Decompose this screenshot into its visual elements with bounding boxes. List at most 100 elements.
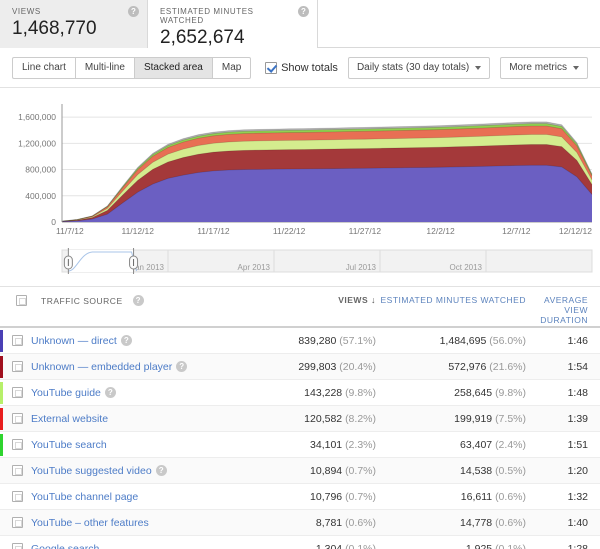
x-axis-tick-label: 11/22/12 <box>273 226 306 236</box>
help-icon-estimated-minutes-watched[interactable]: ? <box>298 6 309 17</box>
stacked-area-chart[interactable]: 0 400,000 800,000 1,200,000 1,600,000 11/7/12… <box>0 88 600 248</box>
y-axis-tick-label: 800,000 <box>25 165 56 175</box>
traffic-source-link[interactable]: Unknown — direct? <box>31 335 284 347</box>
row-checkbox[interactable] <box>12 439 23 450</box>
cell-estimated-minutes-watched: 14,538 (0.5%) <box>460 464 526 477</box>
row-checkbox[interactable] <box>12 543 23 549</box>
chart-range-slider[interactable]: Jan 2013 Apr 2013 Jul 2013 Oct 2013 <box>0 248 600 286</box>
metric-card-estimated-minutes-watched[interactable]: ESTIMATED MINUTES WATCHED 2,652,674 ? <box>148 0 318 48</box>
chart-type-map[interactable]: Map <box>211 56 252 79</box>
cell-views: 120,582 (8.2%) <box>304 412 376 425</box>
help-icon-row[interactable]: ? <box>120 335 132 347</box>
traffic-source-link[interactable]: Google search <box>31 543 284 549</box>
select-all-checkbox[interactable] <box>16 295 27 306</box>
more-metrics-dropdown[interactable]: More metrics <box>500 56 588 79</box>
cell-average-view-duration: 1:32 <box>567 490 588 503</box>
row-checkbox[interactable] <box>12 387 23 398</box>
x-axis-tick-label: 12/7/12 <box>502 226 531 236</box>
row-checkbox[interactable] <box>12 491 23 502</box>
range-tick-label: Jul 2013 <box>346 263 377 272</box>
table-row[interactable]: YouTube guide? 143,228 (9.8%) 258,645 (9.8… <box>0 380 600 406</box>
chart-type-line-chart[interactable]: Line chart <box>12 56 75 79</box>
table-row[interactable]: YouTube – other features 8,781 (0.6%) 14,7… <box>0 510 600 536</box>
show-totals-toggle[interactable]: Show totals <box>265 61 338 74</box>
cell-average-view-duration: 1:20 <box>567 464 588 477</box>
cell-views: 34,101 (2.3%) <box>310 438 376 451</box>
cell-average-view-duration: 1:48 <box>567 386 588 399</box>
traffic-source-table-header: TRAFFIC SOURCE ? VIEWS ↓ ESTIMATED MINUT… <box>0 286 600 328</box>
more-metrics-dropdown-label: More metrics <box>509 61 567 73</box>
row-checkbox[interactable] <box>12 361 23 372</box>
range-tick-label: Apr 2013 <box>238 263 271 272</box>
traffic-source-link[interactable]: YouTube suggested video? <box>31 465 284 477</box>
daily-stats-dropdown[interactable]: Daily stats (30 day totals) <box>347 56 491 79</box>
series-color-swatch <box>0 330 3 352</box>
help-icon-traffic-source[interactable]: ? <box>132 295 144 306</box>
daily-stats-dropdown-label: Daily stats (30 day totals) <box>356 61 470 73</box>
chevron-down-icon <box>475 65 482 70</box>
cell-views: 10,796 (0.7%) <box>310 490 376 503</box>
cell-estimated-minutes-watched: 199,919 (7.5%) <box>454 412 526 425</box>
help-icon-views[interactable]: ? <box>128 6 139 17</box>
header-views[interactable]: VIEWS ↓ <box>284 295 376 305</box>
youtube-analytics-page: VIEWS 1,468,770 ? ESTIMATED MINUTES WATC… <box>0 0 600 549</box>
chart-type-multi-line[interactable]: Multi-line <box>74 56 134 79</box>
metric-summary-bar: VIEWS 1,468,770 ? ESTIMATED MINUTES WATC… <box>0 0 600 48</box>
metric-value-views: 1,468,770 <box>12 18 97 39</box>
help-icon-row[interactable]: ? <box>104 387 116 399</box>
cell-views: 8,781 (0.6%) <box>315 516 376 529</box>
range-slider-canvas[interactable]: Jan 2013 Apr 2013 Jul 2013 Oct 2013 <box>0 248 600 286</box>
header-estimated-minutes-watched[interactable]: ESTIMATED MINUTES WATCHED <box>376 295 526 305</box>
show-totals-checkbox[interactable] <box>265 61 278 74</box>
chart-type-stacked-area[interactable]: Stacked area <box>133 56 212 79</box>
series-color-swatch <box>0 408 3 430</box>
cell-views: 299,803 (20.4%) <box>298 360 376 373</box>
chart-toolbar: Line chart Multi-line Stacked area Map S… <box>0 48 600 88</box>
row-checkbox[interactable] <box>12 335 23 346</box>
chevron-down-icon <box>573 65 579 70</box>
metric-label-views: VIEWS <box>12 7 41 16</box>
table-row[interactable]: Google search 1,304 (0.1%) 1,925 (0.1%) 1:2… <box>0 536 600 549</box>
metric-card-views[interactable]: VIEWS 1,468,770 ? <box>0 0 148 48</box>
header-traffic-source[interactable]: TRAFFIC SOURCE ? <box>8 295 284 306</box>
cell-estimated-minutes-watched: 63,407 (2.4%) <box>460 438 526 451</box>
help-icon-row[interactable]: ? <box>176 361 188 373</box>
metric-value-estimated-minutes-watched: 2,652,674 <box>160 27 245 48</box>
chart-type-button-group: Line chart Multi-line Stacked area Map <box>12 56 252 79</box>
cell-estimated-minutes-watched: 1,484,695 (56.0%) <box>439 334 526 347</box>
cell-estimated-minutes-watched: 16,611 (0.6%) <box>460 490 526 503</box>
help-icon-row[interactable]: ? <box>155 465 167 477</box>
traffic-source-link[interactable]: Unknown — embedded player? <box>31 361 284 373</box>
range-tick-label: Oct 2013 <box>450 263 483 272</box>
traffic-source-link[interactable]: YouTube search <box>31 439 284 451</box>
range-selection[interactable] <box>68 250 134 272</box>
row-checkbox[interactable] <box>12 413 23 424</box>
table-row[interactable]: Unknown — direct? 839,280 (57.1%) 1,484,69… <box>0 328 600 354</box>
metric-label-estimated-minutes-watched: ESTIMATED MINUTES WATCHED <box>160 7 254 25</box>
header-average-view-duration[interactable]: AVERAGE VIEW DURATION <box>526 295 588 325</box>
cell-average-view-duration: 1:28 <box>567 542 588 549</box>
row-checkbox[interactable] <box>12 517 23 528</box>
row-checkbox[interactable] <box>12 465 23 476</box>
cell-average-view-duration: 1:46 <box>567 334 588 347</box>
y-axis-tick-label: 1,600,000 <box>18 112 56 122</box>
table-row[interactable]: External website 120,582 (8.2%) 199,919 (7… <box>0 406 600 432</box>
chart-canvas: 0400,000800,0001,200,0001,600,00011/7/12… <box>18 104 593 236</box>
cell-average-view-duration: 1:39 <box>567 412 588 425</box>
toolbar-right-group: Show totals Daily stats (30 day totals) … <box>265 56 588 79</box>
series-color-swatch <box>0 356 3 378</box>
header-views-label: VIEWS <box>338 295 369 305</box>
traffic-source-link[interactable]: External website <box>31 413 284 425</box>
x-axis-tick-label: 11/27/12 <box>349 226 382 236</box>
traffic-source-link[interactable]: YouTube channel page <box>31 491 284 503</box>
table-row[interactable]: YouTube suggested video? 10,894 (0.7%) 14,… <box>0 458 600 484</box>
table-row[interactable]: YouTube search 34,101 (2.3%) 63,407 (2.4%)… <box>0 432 600 458</box>
table-row[interactable]: Unknown — embedded player? 299,803 (20.4%… <box>0 354 600 380</box>
series-color-swatch <box>0 382 3 404</box>
table-row[interactable]: YouTube channel page 10,796 (0.7%) 16,611 … <box>0 484 600 510</box>
x-axis-tick-label: 12/12/12 <box>559 226 592 236</box>
traffic-source-link[interactable]: YouTube – other features <box>31 517 284 529</box>
x-axis-tick-label: 11/12/12 <box>121 226 154 236</box>
cell-views: 10,894 (0.7%) <box>310 464 376 477</box>
traffic-source-link[interactable]: YouTube guide? <box>31 387 284 399</box>
